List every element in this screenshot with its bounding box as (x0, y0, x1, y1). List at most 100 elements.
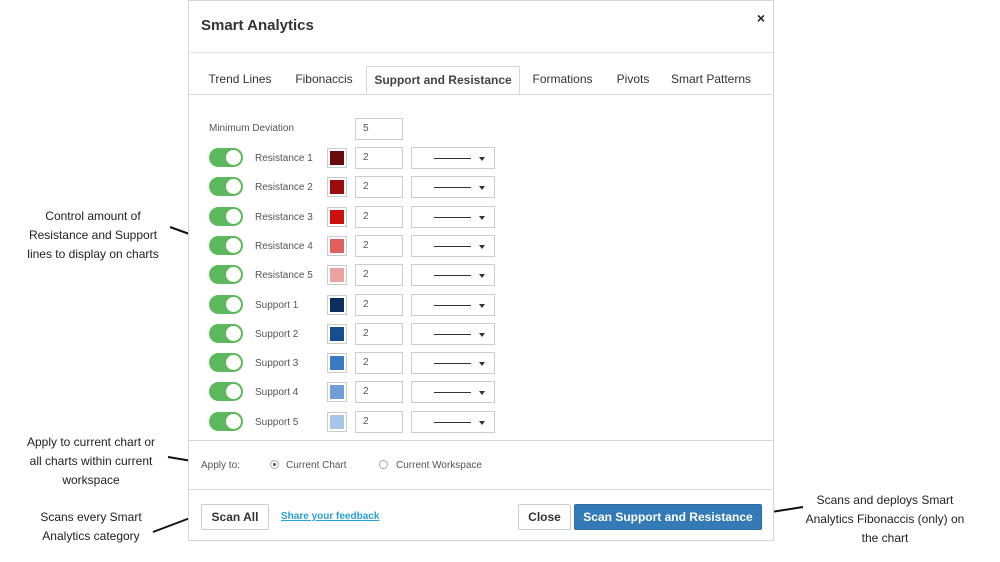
toggle-knob (226, 297, 241, 312)
line-style-preview (434, 187, 471, 188)
color-swatch[interactable] (327, 177, 347, 197)
tab-formations[interactable]: Formations (526, 66, 599, 93)
chevron-down-icon (479, 157, 485, 161)
line-style-select[interactable] (411, 264, 495, 286)
tab-trend-lines[interactable]: Trend Lines (199, 66, 281, 93)
line-style-preview (434, 392, 471, 393)
line-style-select[interactable] (411, 206, 495, 228)
swatch-fill (330, 151, 344, 165)
tab-support-and-resistance[interactable]: Support and Resistance (366, 66, 520, 94)
toggle-knob (226, 355, 241, 370)
swatch-fill (330, 298, 344, 312)
line-style-preview (434, 246, 471, 247)
line-width-input[interactable]: 2 (355, 381, 403, 403)
color-swatch[interactable] (327, 236, 347, 256)
line-style-preview (434, 217, 471, 218)
swatch-fill (330, 210, 344, 224)
header-divider (189, 52, 773, 53)
line-toggle[interactable] (209, 236, 243, 255)
color-swatch[interactable] (327, 353, 347, 373)
toggle-knob (226, 179, 241, 194)
chevron-down-icon (479, 304, 485, 308)
tab-smart-patterns[interactable]: Smart Patterns (665, 66, 757, 93)
line-toggle[interactable] (209, 353, 243, 372)
color-swatch[interactable] (327, 382, 347, 402)
close-icon[interactable]: × (757, 10, 765, 26)
close-button[interactable]: Close (518, 504, 571, 530)
line-style-select[interactable] (411, 411, 495, 433)
line-toggle[interactable] (209, 177, 243, 196)
swatch-fill (330, 239, 344, 253)
current-workspace-label[interactable]: Current Workspace (396, 460, 482, 471)
line-style-select[interactable] (411, 323, 495, 345)
swatch-fill (330, 327, 344, 341)
line-style-select[interactable] (411, 352, 495, 374)
chevron-down-icon (479, 421, 485, 425)
toggle-knob (226, 267, 241, 282)
line-label: Resistance 4 (255, 241, 313, 252)
min-deviation-input[interactable]: 5 (355, 118, 403, 140)
line-style-select[interactable] (411, 176, 495, 198)
line-width-input[interactable]: 2 (355, 235, 403, 257)
color-swatch[interactable] (327, 148, 347, 168)
line-width-input[interactable]: 2 (355, 323, 403, 345)
line-style-preview (434, 422, 471, 423)
tab-bar: Trend Lines Fibonaccis Support and Resis… (189, 66, 773, 95)
radio-current-workspace[interactable] (379, 460, 388, 469)
line-width-input[interactable]: 2 (355, 206, 403, 228)
line-style-select[interactable] (411, 147, 495, 169)
chevron-down-icon (479, 274, 485, 278)
line-style-preview (434, 363, 471, 364)
tab-fibonaccis[interactable]: Fibonaccis (288, 66, 360, 93)
chevron-down-icon (479, 362, 485, 366)
chevron-down-icon (479, 245, 485, 249)
line-width-input[interactable]: 2 (355, 352, 403, 374)
toggle-knob (226, 238, 241, 253)
line-width-input[interactable]: 2 (355, 147, 403, 169)
line-style-select[interactable] (411, 294, 495, 316)
line-toggle[interactable] (209, 382, 243, 401)
line-style-select[interactable] (411, 235, 495, 257)
color-swatch[interactable] (327, 324, 347, 344)
line-toggle[interactable] (209, 412, 243, 431)
line-label: Resistance 3 (255, 212, 313, 223)
color-swatch[interactable] (327, 207, 347, 227)
scan-all-button[interactable]: Scan All (201, 504, 269, 530)
dialog-title: Smart Analytics (201, 17, 314, 34)
line-toggle[interactable] (209, 148, 243, 167)
toggle-knob (226, 150, 241, 165)
radio-current-chart[interactable] (270, 460, 279, 469)
line-toggle[interactable] (209, 207, 243, 226)
line-toggle[interactable] (209, 324, 243, 343)
current-chart-label[interactable]: Current Chart (286, 460, 347, 471)
color-swatch[interactable] (327, 295, 347, 315)
color-swatch[interactable] (327, 265, 347, 285)
swatch-fill (330, 415, 344, 429)
line-label: Support 2 (255, 329, 299, 340)
line-width-input[interactable]: 2 (355, 411, 403, 433)
toggle-knob (226, 414, 241, 429)
line-width-input[interactable]: 2 (355, 294, 403, 316)
toggle-knob (226, 209, 241, 224)
swatch-fill (330, 356, 344, 370)
share-feedback-link[interactable]: Share your feedback (281, 511, 379, 522)
line-toggle[interactable] (209, 295, 243, 314)
line-width-input[interactable]: 2 (355, 176, 403, 198)
line-toggle[interactable] (209, 265, 243, 284)
swatch-fill (330, 385, 344, 399)
chevron-down-icon (479, 186, 485, 190)
line-style-preview (434, 334, 471, 335)
swatch-fill (330, 268, 344, 282)
line-label: Resistance 5 (255, 270, 313, 281)
apply-divider (189, 440, 773, 441)
line-style-preview (434, 275, 471, 276)
color-swatch[interactable] (327, 412, 347, 432)
scan-support-resistance-button[interactable]: Scan Support and Resistance (574, 504, 762, 530)
line-style-select[interactable] (411, 381, 495, 403)
chevron-down-icon (479, 216, 485, 220)
tab-pivots[interactable]: Pivots (609, 66, 657, 93)
toggle-knob (226, 326, 241, 341)
line-width-input[interactable]: 2 (355, 264, 403, 286)
swatch-fill (330, 180, 344, 194)
chevron-down-icon (479, 333, 485, 337)
